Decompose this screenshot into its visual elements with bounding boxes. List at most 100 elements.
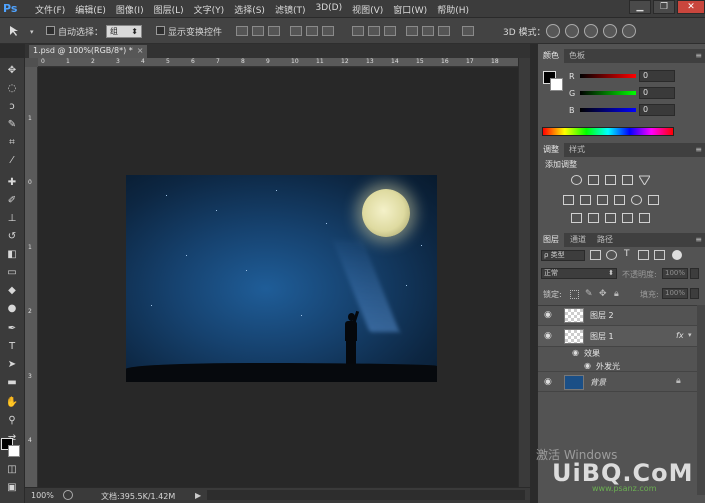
zoom-tool-icon[interactable]: ⚲ <box>3 414 21 428</box>
panel-menu-icon[interactable]: ≡ <box>695 235 702 244</box>
filter-toggle-icon[interactable] <box>672 250 682 260</box>
panel-menu-icon[interactable]: ≡ <box>695 145 702 154</box>
align-top-icon[interactable] <box>236 26 248 36</box>
distribute-top-icon[interactable] <box>352 26 364 36</box>
tab-styles[interactable]: 样式 <box>564 143 590 157</box>
distribute-vcenter-icon[interactable] <box>368 26 380 36</box>
distribute-left-icon[interactable] <box>406 26 418 36</box>
value-r[interactable]: 0 <box>639 70 675 82</box>
dodge-tool-icon[interactable]: ● <box>3 302 21 316</box>
blur-tool-icon[interactable]: ◆ <box>3 284 21 298</box>
status-info-icon[interactable] <box>63 490 73 500</box>
zoom-level[interactable]: 100% <box>31 491 54 500</box>
levels-icon[interactable] <box>588 175 599 185</box>
crop-tool-icon[interactable]: ⌗ <box>3 136 21 150</box>
expand-effects-icon[interactable]: ▾ <box>688 331 692 339</box>
tab-paths[interactable]: 路径 <box>592 233 618 247</box>
filter-shape-icon[interactable] <box>638 250 649 260</box>
tab-close-icon[interactable]: × <box>137 46 144 55</box>
threshold-icon[interactable] <box>605 213 616 223</box>
menu-select[interactable]: 选择(S) <box>229 3 270 16</box>
opacity-input[interactable]: 100% <box>662 268 688 279</box>
effect-item-eye-icon[interactable]: ◉ <box>584 361 591 370</box>
menu-3d[interactable]: 3D(D) <box>310 3 347 16</box>
color-bg-swatch[interactable] <box>550 78 563 91</box>
layer-row-2[interactable]: ◉ 图层 2 <box>538 305 698 326</box>
layer-row-background[interactable]: ◉ 背景 🔒︎ <box>538 371 698 392</box>
filter-text-icon[interactable]: T <box>624 249 630 259</box>
menu-filter[interactable]: 滤镜(T) <box>270 3 311 16</box>
menu-help[interactable]: 帮助(H) <box>432 3 474 16</box>
document-image[interactable] <box>126 175 437 382</box>
tab-adjustments[interactable]: 调整 <box>538 143 564 157</box>
exposure-icon[interactable] <box>622 175 633 185</box>
menu-image[interactable]: 图像(I) <box>111 3 149 16</box>
eyedropper-tool-icon[interactable]: ⁄ <box>3 154 21 168</box>
layers-scrollbar[interactable] <box>697 305 705 495</box>
distribute-hcenter-icon[interactable] <box>422 26 434 36</box>
canvas-horizontal-scrollbar[interactable] <box>207 490 525 500</box>
brush-tool-icon[interactable]: ✐ <box>3 194 21 208</box>
tab-color[interactable]: 颜色 <box>538 49 564 63</box>
effect-eye-icon[interactable]: ◉ <box>572 348 579 357</box>
visibility-eye-icon[interactable]: ◉ <box>544 310 552 320</box>
align-hcenter-icon[interactable] <box>306 26 318 36</box>
layer-row-1[interactable]: ◉ 图层 1 fx ▾ <box>538 326 698 347</box>
history-brush-tool-icon[interactable]: ↺ <box>3 230 21 244</box>
gradient-tool-icon[interactable]: ▭ <box>3 266 21 280</box>
lock-pixels-icon[interactable]: ✎ <box>585 289 593 299</box>
black-white-icon[interactable] <box>597 195 608 205</box>
auto-select-checkbox[interactable] <box>46 26 55 35</box>
show-transform-checkbox[interactable] <box>156 26 165 35</box>
filter-adjust-icon[interactable] <box>606 250 617 260</box>
status-menu-arrow-icon[interactable]: ▶ <box>195 491 201 500</box>
slider-b[interactable] <box>580 108 636 112</box>
invert-icon[interactable] <box>571 213 582 223</box>
vibrance-icon[interactable] <box>638 175 651 186</box>
screen-mode-icon[interactable]: ▣ <box>3 481 21 495</box>
align-right-icon[interactable] <box>322 26 334 36</box>
3d-roll-icon[interactable] <box>565 24 579 38</box>
3d-slide-icon[interactable] <box>603 24 617 38</box>
menu-layer[interactable]: 图层(L) <box>149 3 189 16</box>
hue-saturation-icon[interactable] <box>563 195 574 205</box>
color-lookup-icon[interactable] <box>648 195 659 205</box>
fill-input[interactable]: 100% <box>662 288 688 299</box>
curves-icon[interactable] <box>605 175 616 185</box>
align-bottom-icon[interactable] <box>268 26 280 36</box>
slider-g[interactable] <box>580 91 636 95</box>
3d-pan-icon[interactable] <box>584 24 598 38</box>
menu-edit[interactable]: 编辑(E) <box>70 3 111 16</box>
document-tab[interactable]: 1.psd @ 100%(RGB/8*) * × <box>29 45 148 58</box>
layer-filter-type[interactable]: ρ 类型 <box>541 250 585 261</box>
hand-tool-icon[interactable]: ✋ <box>3 396 21 410</box>
quick-select-tool-icon[interactable]: ✎ <box>3 118 21 132</box>
filter-pixel-icon[interactable] <box>590 250 601 260</box>
pen-tool-icon[interactable]: ✒ <box>3 322 21 336</box>
path-select-tool-icon[interactable]: ➤ <box>3 358 21 372</box>
menu-window[interactable]: 窗口(W) <box>388 3 432 16</box>
value-b[interactable]: 0 <box>639 104 675 116</box>
move-tool-preset[interactable] <box>8 25 24 37</box>
lock-all-icon[interactable]: 🔒︎ <box>614 289 619 299</box>
shape-tool-icon[interactable]: ▬ <box>3 376 21 390</box>
filter-smart-icon[interactable] <box>654 250 665 260</box>
opacity-dropdown-icon[interactable] <box>690 268 699 279</box>
3d-scale-icon[interactable] <box>622 24 636 38</box>
align-left-icon[interactable] <box>290 26 302 36</box>
gradient-map-icon[interactable] <box>639 213 650 223</box>
marquee-tool-icon[interactable]: ◌ <box>3 82 21 96</box>
lock-transparent-icon[interactable] <box>570 290 579 299</box>
distribute-bottom-icon[interactable] <box>384 26 396 36</box>
auto-align-icon[interactable] <box>462 26 474 36</box>
restore-button[interactable]: ❐ <box>653 0 675 14</box>
tab-swatches[interactable]: 色板 <box>564 49 590 63</box>
vertical-ruler[interactable]: 1 0 1 2 3 4 <box>25 67 38 487</box>
type-tool-icon[interactable]: T <box>3 340 21 354</box>
close-button[interactable]: ✕ <box>677 0 705 14</box>
posterize-icon[interactable] <box>588 213 599 223</box>
stamp-tool-icon[interactable]: ⊥ <box>3 212 21 226</box>
fill-dropdown-icon[interactable] <box>690 288 699 299</box>
align-vcenter-icon[interactable] <box>252 26 264 36</box>
distribute-right-icon[interactable] <box>438 26 450 36</box>
